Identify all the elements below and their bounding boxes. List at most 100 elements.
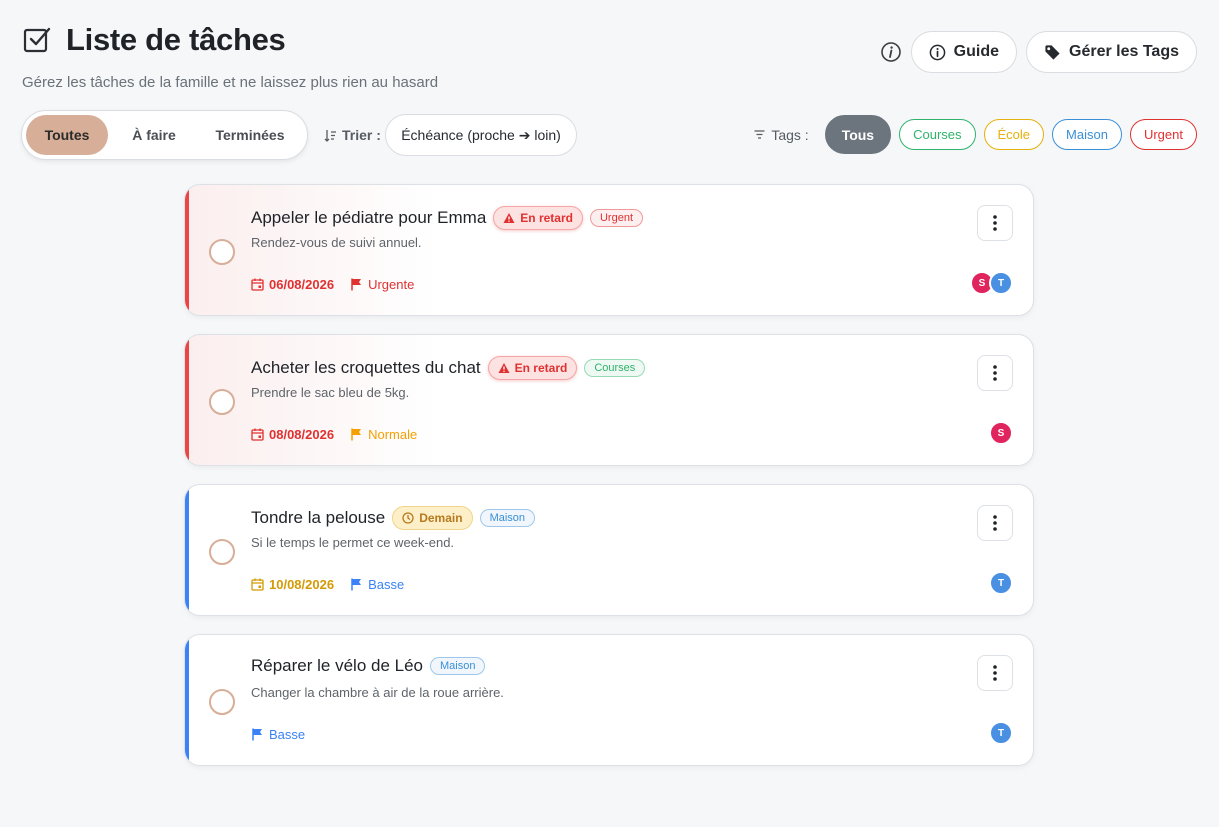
flag-icon: [351, 278, 362, 291]
more-vertical-icon: [993, 665, 997, 681]
checkbox-checked-icon: [23, 27, 51, 53]
task-title: Acheter les croquettes du chat: [251, 358, 481, 377]
more-options-button[interactable]: [977, 205, 1013, 241]
clock-icon: [402, 512, 414, 524]
tag-chip[interactable]: Tous: [824, 115, 892, 154]
filter-tab-done[interactable]: Terminées: [200, 115, 300, 155]
filter-tab-todo[interactable]: À faire: [108, 115, 200, 155]
warning-icon: [498, 363, 510, 373]
tag-icon: [1045, 44, 1060, 60]
info-icon[interactable]: [880, 41, 902, 63]
priority-stripe: [185, 335, 189, 465]
avatar: T: [989, 721, 1013, 745]
complete-checkbox[interactable]: [209, 539, 235, 565]
calendar-icon: [251, 428, 264, 441]
flag-icon: [351, 428, 362, 441]
priority-stripe: [185, 485, 189, 615]
task-tag: Maison: [479, 509, 536, 527]
header-actions: Guide Gérer les Tags: [880, 31, 1197, 73]
page-header: Liste de tâches Gérez les tâches de la f…: [22, 22, 438, 91]
tag-chip[interactable]: Urgent: [1129, 119, 1197, 150]
task-description: Changer la chambre à air de la roue arri…: [251, 685, 504, 700]
assignees: T: [989, 571, 1013, 595]
due-date: 08/08/2026: [251, 427, 334, 442]
more-vertical-icon: [993, 515, 997, 531]
avatar: T: [989, 571, 1013, 595]
priority: Normale: [350, 427, 417, 442]
tags-label: Tags :: [754, 126, 809, 143]
sort-label: Trier :: [324, 127, 381, 143]
task-card[interactable]: Appeler le pédiatre pour Emma En retard …: [184, 184, 1034, 316]
task-tag: Courses: [584, 359, 646, 377]
task-title: Tondre la pelouse: [251, 508, 386, 527]
more-options-button[interactable]: [977, 655, 1013, 691]
status-filter-group: Toutes À faire Terminées: [21, 110, 308, 160]
due-date: 10/08/2026: [251, 577, 334, 592]
due-date-text: 08/08/2026: [269, 427, 335, 442]
page-title: Liste de tâches: [66, 22, 286, 57]
more-options-button[interactable]: [977, 355, 1013, 391]
complete-checkbox[interactable]: [209, 389, 235, 415]
task-description: Prendre le sac bleu de 5kg.: [251, 385, 410, 400]
due-soon-badge-label: Demain: [419, 511, 463, 525]
priority: Urgente: [350, 277, 414, 292]
due-date-text: 10/08/2026: [269, 577, 335, 592]
priority-text: Urgente: [368, 277, 415, 292]
guide-button[interactable]: Guide: [910, 31, 1018, 73]
task-card[interactable]: Acheter les croquettes du chat En retard…: [184, 334, 1034, 466]
task-meta: 06/08/2026 Urgente: [251, 277, 414, 292]
priority-stripe: [185, 185, 189, 315]
task-meta: 08/08/2026 Normale: [251, 427, 417, 442]
task-card[interactable]: Tondre la pelouse Demain Maison Si le te…: [184, 484, 1034, 616]
flag-icon: [351, 578, 362, 591]
task-list: Appeler le pédiatre pour Emma En retard …: [184, 184, 1034, 784]
task-meta: 10/08/2026 Basse: [251, 577, 404, 592]
tag-filter-group: Tags : Tous Courses École Maison Urgent: [754, 115, 1197, 154]
tag-chip[interactable]: Courses: [899, 119, 976, 150]
task-meta: Basse: [251, 727, 305, 742]
priority: Basse: [350, 577, 404, 592]
warning-icon: [503, 213, 515, 223]
avatar: T: [989, 271, 1013, 295]
calendar-icon: [251, 578, 264, 591]
sort-select[interactable]: Échéance (proche ➔ loin): [385, 114, 577, 156]
assignees: T: [989, 721, 1013, 745]
sort-icon: [324, 129, 336, 142]
info-icon: [929, 44, 946, 60]
task-card[interactable]: Réparer le vélo de Léo Maison Changer la…: [184, 634, 1034, 766]
priority-text: Normale: [368, 427, 418, 442]
complete-checkbox[interactable]: [209, 689, 235, 715]
more-vertical-icon: [993, 215, 997, 231]
tag-chip[interactable]: Maison: [1052, 119, 1122, 150]
task-title: Appeler le pédiatre pour Emma: [251, 208, 487, 227]
filter-icon: [754, 130, 765, 139]
manage-tags-button-label: Gérer les Tags: [1069, 43, 1179, 60]
due-date: 06/08/2026: [251, 277, 334, 292]
complete-checkbox[interactable]: [209, 239, 235, 265]
page-subtitle: Gérez les tâches de la famille et ne lai…: [22, 74, 439, 91]
calendar-icon: [251, 278, 264, 291]
task-tag: Maison: [430, 657, 486, 675]
task-description: Si le temps le permet ce week-end.: [251, 535, 455, 550]
priority-stripe: [185, 635, 189, 765]
assignees: S T: [970, 271, 1013, 295]
avatar: S: [989, 421, 1013, 445]
priority-text: Basse: [269, 727, 306, 742]
manage-tags-button[interactable]: Gérer les Tags: [1026, 31, 1197, 73]
priority-text: Basse: [368, 577, 405, 592]
overdue-badge-label: En retard: [514, 361, 568, 375]
task-title: Réparer le vélo de Léo: [251, 656, 424, 675]
due-soon-badge: Demain: [392, 506, 473, 530]
task-tag: Urgent: [589, 209, 644, 227]
overdue-badge-label: En retard: [520, 211, 573, 225]
toolbar: Toutes À faire Terminées Trier : Échéanc…: [21, 110, 1197, 160]
overdue-badge: En retard: [487, 356, 578, 380]
filter-tab-all[interactable]: Toutes: [26, 115, 108, 155]
more-vertical-icon: [993, 365, 997, 381]
tags-label-text: Tags :: [771, 126, 809, 143]
task-description: Rendez-vous de suivi annuel.: [251, 235, 422, 250]
more-options-button[interactable]: [977, 505, 1013, 541]
tag-chip[interactable]: École: [983, 119, 1045, 150]
sort-label-text: Trier :: [342, 127, 381, 143]
overdue-badge: En retard: [493, 206, 583, 230]
